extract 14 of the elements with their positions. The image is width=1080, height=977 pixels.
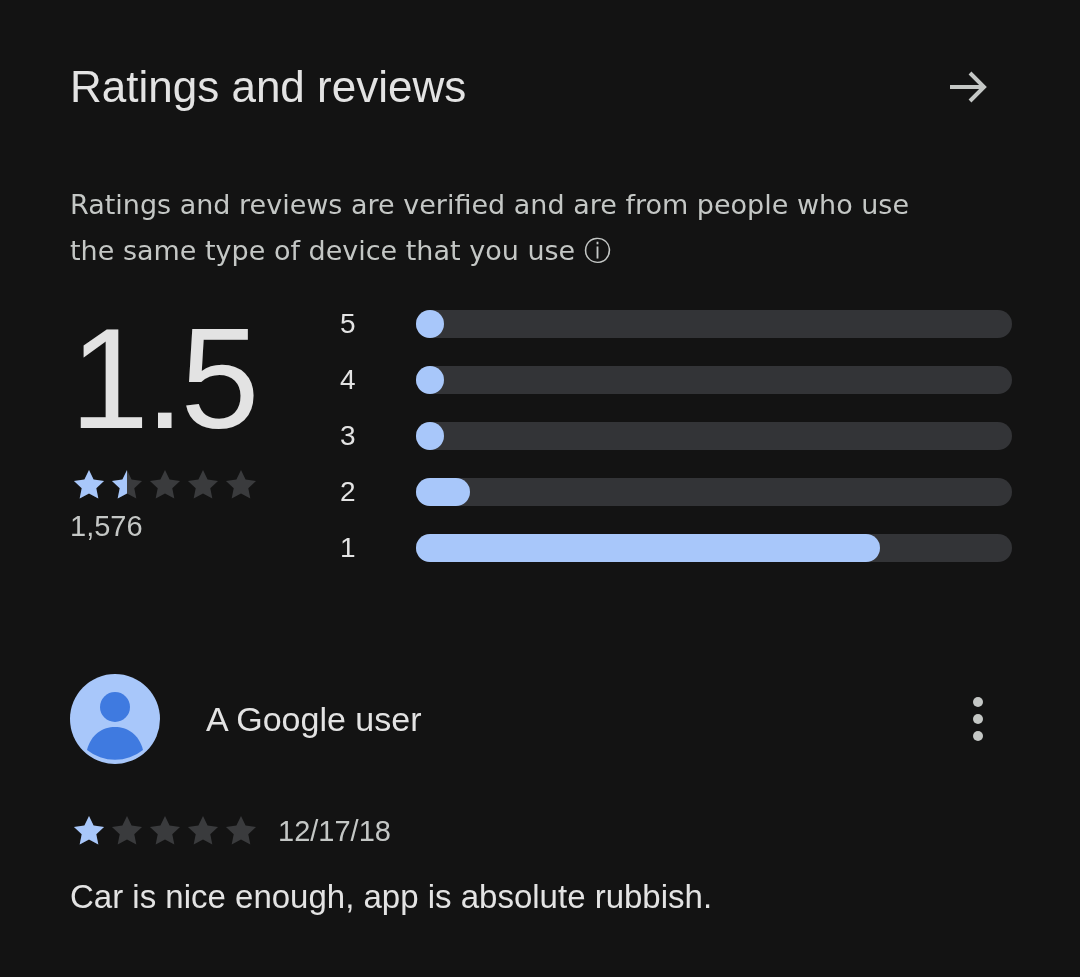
- star-label: 5: [340, 308, 357, 340]
- verification-notice: Ratings and reviews are verified and are from people who use the same type of device that you use ⓘ: [70, 188, 911, 268]
- star-label: 4: [340, 364, 357, 396]
- reviewer-name: A Google user: [206, 699, 423, 739]
- avatar-icon: [70, 674, 160, 764]
- section-title: Ratings and reviews: [70, 62, 467, 112]
- average-rating: 1.5: [70, 304, 257, 454]
- rating-count: 1,576: [70, 510, 144, 543]
- star-label: 2: [340, 476, 357, 508]
- review-date: 12/17/18: [278, 814, 391, 848]
- more-options-icon[interactable]: [972, 696, 984, 742]
- review-text: Car is nice enough, app is absolute rubbish.: [70, 878, 714, 916]
- star-label: 3: [340, 420, 357, 452]
- star-label: 1: [340, 532, 357, 564]
